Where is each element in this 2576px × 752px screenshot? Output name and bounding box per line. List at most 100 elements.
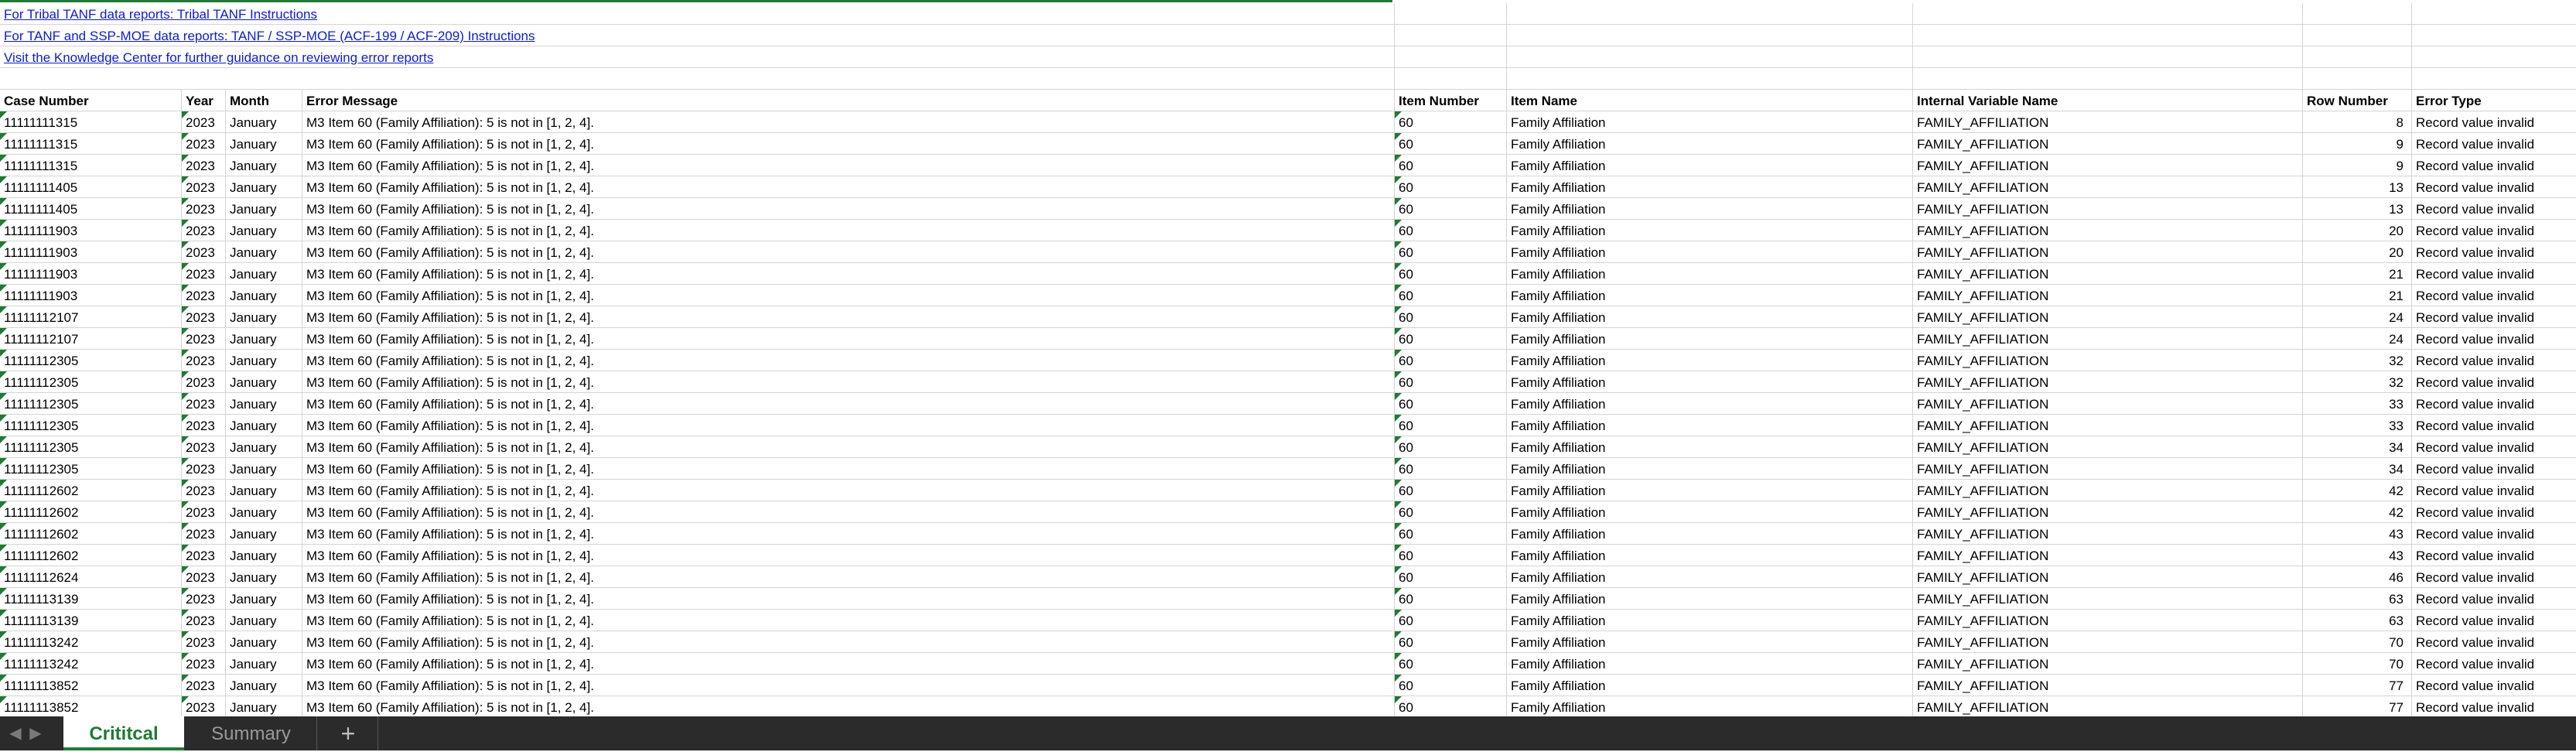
- cell-row-number[interactable]: 32: [2303, 371, 2412, 392]
- cell-error-type[interactable]: Record value invalid: [2412, 610, 2576, 631]
- cell-row-number[interactable]: 20: [2303, 220, 2412, 241]
- cell-internal-variable-name[interactable]: FAMILY_AFFILIATION: [1913, 328, 2303, 349]
- cell-month[interactable]: January: [226, 393, 302, 414]
- cell-item-name[interactable]: Family Affiliation: [1507, 111, 1913, 132]
- cell-item-name[interactable]: Family Affiliation: [1507, 371, 1913, 392]
- cell-item-name[interactable]: Family Affiliation: [1507, 458, 1913, 479]
- cell-year[interactable]: 2023: [182, 111, 226, 132]
- cell-item-name[interactable]: Family Affiliation: [1507, 610, 1913, 631]
- cell-year[interactable]: 2023: [182, 306, 226, 327]
- cell-item-name[interactable]: Family Affiliation: [1507, 328, 1913, 349]
- cell-case-number[interactable]: 11111112305: [0, 415, 182, 436]
- cell-item-number[interactable]: 60: [1395, 328, 1507, 349]
- cell-item-number[interactable]: 60: [1395, 653, 1507, 674]
- cell-case-number[interactable]: 11111113242: [0, 631, 182, 652]
- cell-month[interactable]: January: [226, 306, 302, 327]
- cell-error-type[interactable]: Record value invalid: [2412, 545, 2576, 566]
- cell-year[interactable]: 2023: [182, 610, 226, 631]
- cell-item-number[interactable]: 60: [1395, 588, 1507, 609]
- header-year[interactable]: Year: [182, 90, 226, 111]
- cell-item-number[interactable]: 60: [1395, 415, 1507, 436]
- header-case-number[interactable]: Case Number: [0, 90, 182, 111]
- cell-error-type[interactable]: Record value invalid: [2412, 198, 2576, 219]
- cell-error-type[interactable]: Record value invalid: [2412, 631, 2576, 652]
- cell-error-type[interactable]: Record value invalid: [2412, 263, 2576, 284]
- cell-item-name[interactable]: Family Affiliation: [1507, 198, 1913, 219]
- cell-error-message[interactable]: M3 Item 60 (Family Affiliation): 5 is no…: [302, 393, 1395, 414]
- cell-case-number[interactable]: 11111112305: [0, 436, 182, 457]
- cell-month[interactable]: January: [226, 133, 302, 154]
- cell-row-number[interactable]: 9: [2303, 133, 2412, 154]
- cell-error-type[interactable]: Record value invalid: [2412, 328, 2576, 349]
- cell-error-message[interactable]: M3 Item 60 (Family Affiliation): 5 is no…: [302, 696, 1395, 716]
- cell-error-message[interactable]: M3 Item 60 (Family Affiliation): 5 is no…: [302, 220, 1395, 241]
- cell-item-name[interactable]: Family Affiliation: [1507, 675, 1913, 696]
- empty-cell[interactable]: [2303, 3, 2412, 24]
- cell-year[interactable]: 2023: [182, 285, 226, 306]
- cell-row-number[interactable]: 33: [2303, 415, 2412, 436]
- header-internal-variable-name[interactable]: Internal Variable Name: [1913, 90, 2303, 111]
- cell-item-number[interactable]: 60: [1395, 610, 1507, 631]
- cell-case-number[interactable]: 11111113242: [0, 653, 182, 674]
- cell-year[interactable]: 2023: [182, 436, 226, 457]
- cell-item-number[interactable]: 60: [1395, 480, 1507, 501]
- cell-error-message[interactable]: M3 Item 60 (Family Affiliation): 5 is no…: [302, 675, 1395, 696]
- cell-internal-variable-name[interactable]: FAMILY_AFFILIATION: [1913, 653, 2303, 674]
- cell-internal-variable-name[interactable]: FAMILY_AFFILIATION: [1913, 436, 2303, 457]
- cell-item-number[interactable]: 60: [1395, 696, 1507, 716]
- cell-month[interactable]: January: [226, 415, 302, 436]
- cell-item-number[interactable]: 60: [1395, 350, 1507, 371]
- cell-year[interactable]: 2023: [182, 415, 226, 436]
- cell-year[interactable]: 2023: [182, 501, 226, 522]
- cell-case-number[interactable]: 11111113852: [0, 675, 182, 696]
- cell-item-name[interactable]: Family Affiliation: [1507, 631, 1913, 652]
- cell-error-message[interactable]: M3 Item 60 (Family Affiliation): 5 is no…: [302, 436, 1395, 457]
- cell-item-name[interactable]: Family Affiliation: [1507, 566, 1913, 587]
- cell-row-number[interactable]: 70: [2303, 653, 2412, 674]
- cell-row-number[interactable]: 13: [2303, 176, 2412, 197]
- cell-internal-variable-name[interactable]: FAMILY_AFFILIATION: [1913, 458, 2303, 479]
- cell-item-number[interactable]: 60: [1395, 631, 1507, 652]
- cell-error-message[interactable]: M3 Item 60 (Family Affiliation): 5 is no…: [302, 306, 1395, 327]
- cell-internal-variable-name[interactable]: FAMILY_AFFILIATION: [1913, 220, 2303, 241]
- cell-case-number[interactable]: 11111113139: [0, 588, 182, 609]
- cell-year[interactable]: 2023: [182, 350, 226, 371]
- cell-error-message[interactable]: M3 Item 60 (Family Affiliation): 5 is no…: [302, 458, 1395, 479]
- cell-month[interactable]: January: [226, 371, 302, 392]
- cell-error-message[interactable]: M3 Item 60 (Family Affiliation): 5 is no…: [302, 350, 1395, 371]
- cell-item-name[interactable]: Family Affiliation: [1507, 501, 1913, 522]
- cell-internal-variable-name[interactable]: FAMILY_AFFILIATION: [1913, 696, 2303, 716]
- cell-case-number[interactable]: 11111112305: [0, 393, 182, 414]
- cell-row-number[interactable]: 20: [2303, 241, 2412, 262]
- cell-year[interactable]: 2023: [182, 480, 226, 501]
- cell-item-number[interactable]: 60: [1395, 545, 1507, 566]
- cell-month[interactable]: January: [226, 263, 302, 284]
- empty-cell[interactable]: [2412, 25, 2576, 46]
- cell-row-number[interactable]: 46: [2303, 566, 2412, 587]
- cell-internal-variable-name[interactable]: FAMILY_AFFILIATION: [1913, 285, 2303, 306]
- cell-month[interactable]: January: [226, 566, 302, 587]
- cell-internal-variable-name[interactable]: FAMILY_AFFILIATION: [1913, 675, 2303, 696]
- cell-row-number[interactable]: 43: [2303, 545, 2412, 566]
- cell-item-number[interactable]: 60: [1395, 501, 1507, 522]
- cell-item-name[interactable]: Family Affiliation: [1507, 350, 1913, 371]
- cell-month[interactable]: January: [226, 350, 302, 371]
- cell-year[interactable]: 2023: [182, 328, 226, 349]
- cell-internal-variable-name[interactable]: FAMILY_AFFILIATION: [1913, 263, 2303, 284]
- cell-case-number[interactable]: 11111112624: [0, 566, 182, 587]
- cell-item-name[interactable]: Family Affiliation: [1507, 436, 1913, 457]
- cell-error-type[interactable]: Record value invalid: [2412, 415, 2576, 436]
- cell-internal-variable-name[interactable]: FAMILY_AFFILIATION: [1913, 393, 2303, 414]
- cell-item-name[interactable]: Family Affiliation: [1507, 306, 1913, 327]
- cell-error-type[interactable]: Record value invalid: [2412, 566, 2576, 587]
- cell-item-number[interactable]: 60: [1395, 198, 1507, 219]
- cell-error-message[interactable]: M3 Item 60 (Family Affiliation): 5 is no…: [302, 653, 1395, 674]
- cell-item-name[interactable]: Family Affiliation: [1507, 220, 1913, 241]
- cell-error-type[interactable]: Record value invalid: [2412, 436, 2576, 457]
- cell-month[interactable]: January: [226, 220, 302, 241]
- cell-error-message[interactable]: M3 Item 60 (Family Affiliation): 5 is no…: [302, 566, 1395, 587]
- cell-internal-variable-name[interactable]: FAMILY_AFFILIATION: [1913, 133, 2303, 154]
- cell-error-message[interactable]: M3 Item 60 (Family Affiliation): 5 is no…: [302, 328, 1395, 349]
- header-error-type[interactable]: Error Type: [2412, 90, 2576, 111]
- cell-item-name[interactable]: Family Affiliation: [1507, 588, 1913, 609]
